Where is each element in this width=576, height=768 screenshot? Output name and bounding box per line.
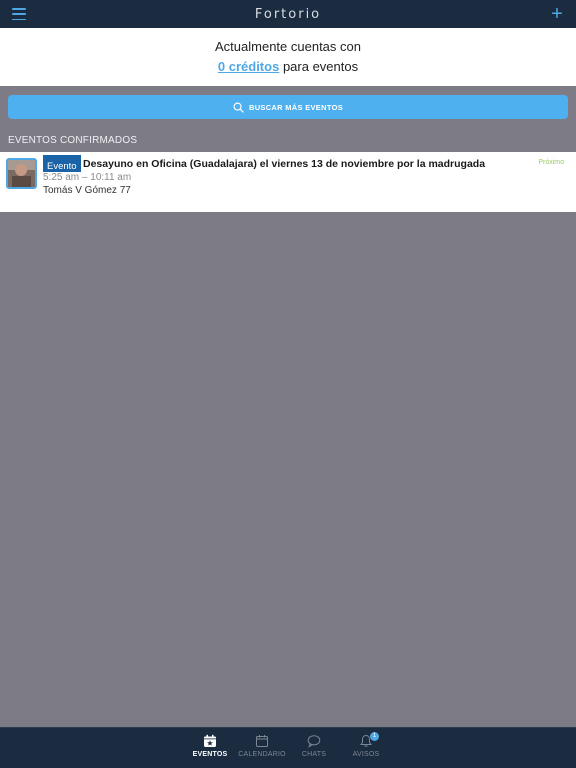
event-organizer: Tomás V Gómez 77 — [43, 185, 131, 196]
hamburger-menu-icon[interactable] — [10, 6, 28, 22]
app-title: Fortorio — [254, 6, 322, 22]
tab-eventos[interactable]: EVENTOS — [185, 728, 235, 758]
tab-label: AVISOS — [352, 751, 380, 758]
add-icon[interactable]: + — [548, 4, 566, 24]
event-status: Próximo — [538, 159, 564, 166]
credits-line: 0 créditos para eventos — [0, 58, 576, 76]
credits-suffix: para eventos — [282, 59, 359, 74]
event-type-badge: Evento — [43, 155, 81, 172]
credits-prefix: Actualmente cuentas con — [215, 39, 361, 54]
tab-label: CALENDARIO — [238, 751, 286, 758]
event-time: 5:25 am – 10:11 am — [43, 172, 132, 183]
search-more-events-button[interactable]: BUSCAR MÁS EVENTOS — [8, 95, 568, 119]
top-bar: Fortorio + — [0, 0, 576, 28]
search-icon — [233, 102, 244, 113]
avatar — [6, 158, 37, 189]
bottom-tab-bar: EVENTOS CALENDARIO CHATS 1 AVISOS — [0, 727, 576, 768]
tab-avisos[interactable]: 1 AVISOS — [341, 728, 391, 758]
tab-calendario[interactable]: CALENDARIO — [237, 728, 287, 758]
chat-bubble-icon — [307, 735, 321, 748]
tab-label: EVENTOS — [192, 751, 228, 758]
tab-label: CHATS — [301, 751, 327, 758]
credits-panel: Actualmente cuentas con 0 créditos para … — [0, 28, 576, 86]
section-title-confirmed: EVENTOS CONFIRMADOS — [8, 135, 138, 146]
event-title: Desayuno en Oficina (Guadalajara) el vie… — [83, 158, 486, 170]
avatar-photo-icon — [8, 160, 35, 187]
calendar-icon — [256, 735, 268, 747]
calendar-star-icon — [204, 734, 216, 747]
credits-amount-link[interactable]: 0 créditos — [218, 59, 279, 74]
search-button-label: BUSCAR MÁS EVENTOS — [248, 102, 344, 112]
tab-chats[interactable]: CHATS — [289, 728, 339, 758]
notification-count-badge: 1 — [370, 732, 379, 741]
event-list-item[interactable]: Evento Desayuno en Oficina (Guadalajara)… — [0, 152, 576, 212]
